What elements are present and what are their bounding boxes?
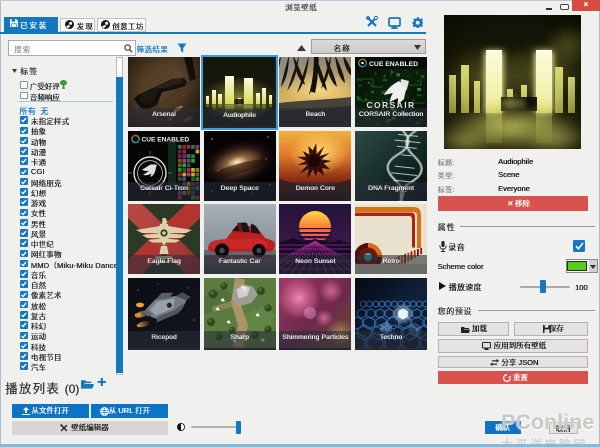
svg-text:CUE ENABLED: CUE ENABLED [142,136,190,143]
svg-text:CUE ENABLED: CUE ENABLED [369,61,418,68]
